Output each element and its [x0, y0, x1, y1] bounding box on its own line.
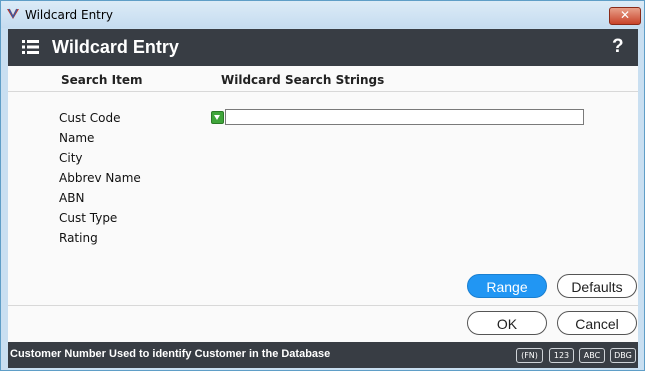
debug-badge[interactable]: DBG: [610, 348, 636, 363]
app-logo-icon: [7, 8, 19, 19]
alpha-mode-badge[interactable]: ABC: [579, 348, 605, 363]
dropdown-arrow-icon[interactable]: [211, 111, 224, 124]
window-titlebar[interactable]: Wildcard Entry ✕: [1, 1, 644, 28]
header-divider: [8, 91, 638, 92]
status-text: Customer Number Used to identify Custome…: [10, 348, 331, 360]
dialog-title: Wildcard Entry: [52, 37, 179, 57]
field-label-name: Name: [59, 131, 95, 145]
defaults-button[interactable]: Defaults: [557, 274, 637, 298]
window-title: Wildcard Entry: [25, 8, 113, 22]
field-label-cust-code: Cust Code: [59, 111, 121, 125]
column-header-search-item: Search Item: [61, 73, 143, 87]
button-divider: [8, 305, 638, 306]
column-header-wildcard-strings: Wildcard Search Strings: [221, 73, 385, 87]
content-panel: Search Item Wildcard Search Strings Cust…: [8, 66, 638, 342]
cancel-button[interactable]: Cancel: [557, 311, 637, 335]
list-icon: [22, 40, 39, 54]
help-icon[interactable]: ?: [612, 36, 624, 58]
numeric-mode-badge[interactable]: 123: [549, 348, 574, 363]
ok-button[interactable]: OK: [467, 311, 547, 335]
range-button[interactable]: Range: [467, 274, 547, 298]
status-bar: Customer Number Used to identify Custome…: [8, 342, 638, 368]
field-label-rating: Rating: [59, 231, 98, 245]
field-label-abn: ABN: [59, 191, 85, 205]
fn-badge[interactable]: (FN): [516, 348, 543, 363]
window-frame: Wildcard Entry ✕ Wildcard Entry ? Search…: [0, 0, 645, 371]
field-label-abbrev-name: Abbrev Name: [59, 171, 141, 185]
window-close-button[interactable]: ✕: [609, 7, 641, 25]
field-label-cust-type: Cust Type: [59, 211, 118, 225]
cust-code-input[interactable]: [225, 109, 584, 125]
field-label-city: City: [59, 151, 83, 165]
dialog-header: Wildcard Entry ?: [8, 29, 638, 66]
